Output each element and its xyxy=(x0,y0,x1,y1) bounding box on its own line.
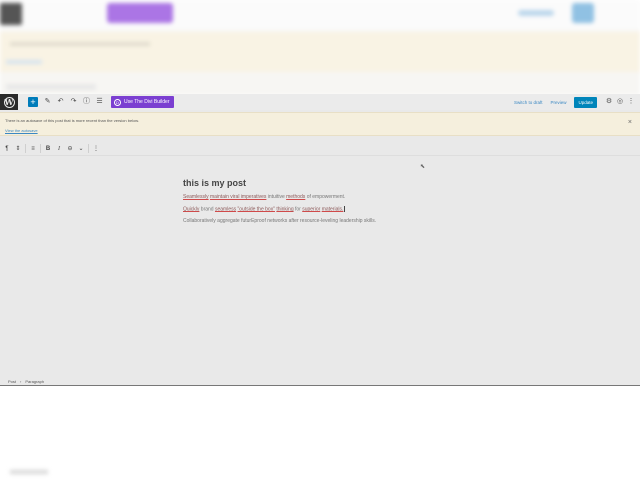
link-icon[interactable]: ⊖ xyxy=(66,144,74,154)
paragraph-text: brand xyxy=(200,206,214,213)
close-notice-icon[interactable]: × xyxy=(628,119,632,126)
notice-text: There is an autosave of this post that i… xyxy=(5,118,140,123)
breadcrumb-paragraph[interactable]: Paragraph xyxy=(25,379,44,384)
post-content: this is my post Seamlessly maintain vira… xyxy=(183,178,463,224)
editor-screen: W + ✎ ↶ ↷ ⓘ ☰ D Use The Divi Builder Swi… xyxy=(0,94,640,386)
undo-icon[interactable]: ↶ xyxy=(57,97,64,107)
ghost-footer xyxy=(10,470,48,474)
blurred-previous-frame xyxy=(0,0,640,95)
post-title[interactable]: this is my post xyxy=(183,178,463,188)
info-icon[interactable]: ⓘ xyxy=(83,97,90,107)
view-autosave-link[interactable]: View the autosave xyxy=(5,128,38,133)
text-cursor xyxy=(344,206,346,212)
ghost-notice-link xyxy=(6,60,42,64)
divi-button-label: Use The Divi Builder xyxy=(124,99,170,105)
blurred-bottom-frame xyxy=(0,462,640,480)
chevron-down-icon[interactable]: ⌄ xyxy=(77,144,85,154)
ghost-divi-button xyxy=(107,3,173,23)
paragraph-block-1[interactable]: Seamlessly maintain viral imperatives in… xyxy=(183,194,463,200)
pencil-icon[interactable]: ✎ xyxy=(44,97,51,107)
paragraph-text: of empowerment. xyxy=(306,194,346,200)
ghost-notice-text xyxy=(10,42,150,46)
add-block-button[interactable]: + xyxy=(28,97,38,107)
misspelled-word: methods xyxy=(286,194,306,200)
align-icon[interactable]: ≡ xyxy=(29,144,37,154)
update-button[interactable]: Update xyxy=(574,96,597,108)
settings-gear-icon[interactable]: ⚙ xyxy=(605,97,613,107)
move-up-down-icon[interactable]: ⇕ xyxy=(14,144,22,154)
more-block-options-icon[interactable]: ⋮ xyxy=(92,144,100,154)
misspelled-word: "outside the box" xyxy=(237,206,275,213)
toolbar-divider xyxy=(88,144,89,153)
toolbar-right-actions: Switch to draft Preview Update ⚙ ◎ ⋮ xyxy=(514,96,635,108)
editor-top-toolbar: W + ✎ ↶ ↷ ⓘ ☰ D Use The Divi Builder Swi… xyxy=(0,94,640,110)
preview-button[interactable]: Preview xyxy=(550,100,566,105)
misspelled-word: Seamlessly xyxy=(183,194,209,200)
autosave-notice: There is an autosave of this post that i… xyxy=(0,112,640,136)
misspelled-word: seamless xyxy=(214,206,237,213)
ghost-update-button xyxy=(572,3,594,23)
mouse-pointer-icon: ⬉ xyxy=(420,164,426,170)
paragraph-text: for xyxy=(294,206,301,213)
breadcrumb-separator: › xyxy=(20,379,22,384)
misspelled-word: materials. xyxy=(321,206,344,213)
toolbar-divider xyxy=(40,144,41,153)
redo-icon[interactable]: ↷ xyxy=(70,97,77,107)
paragraph-block-3[interactable]: Collaboratively aggregate futurEproof ne… xyxy=(183,218,463,224)
ghost-link xyxy=(518,10,554,16)
breadcrumb-post[interactable]: Post xyxy=(8,379,16,384)
italic-button[interactable]: I xyxy=(55,144,63,154)
misspelled-word: Quickly xyxy=(183,206,200,213)
misspelled-word: superior xyxy=(302,206,321,213)
use-divi-builder-button[interactable]: D Use The Divi Builder xyxy=(111,96,175,108)
divi-circle-icon[interactable]: ◎ xyxy=(616,97,624,107)
more-options-icon[interactable]: ⋮ xyxy=(627,97,635,107)
paragraph-text: intuitive xyxy=(267,194,285,200)
misspelled-word: maintain viral imperatives xyxy=(209,194,267,200)
toolbar-divider xyxy=(25,144,26,153)
list-view-icon[interactable]: ☰ xyxy=(96,97,103,107)
block-breadcrumb: Post › Paragraph xyxy=(0,377,640,386)
paragraph-icon[interactable]: ¶ xyxy=(3,144,11,154)
misspelled-word: thinking xyxy=(276,206,294,213)
bold-button[interactable]: B xyxy=(44,144,52,154)
block-toolbar: ¶ ⇕ ≡ B I ⊖ ⌄ ⋮ xyxy=(0,142,640,156)
divi-logo-icon: D xyxy=(114,98,121,106)
ghost-notice xyxy=(0,32,640,72)
switch-to-draft-button[interactable]: Switch to draft xyxy=(514,100,543,105)
paragraph-block-2[interactable]: Quickly brand seamless "outside the box"… xyxy=(183,206,463,212)
ghost-block-toolbar xyxy=(6,84,96,90)
wordpress-logo-icon[interactable]: W xyxy=(0,94,18,110)
ghost-logo xyxy=(0,3,22,25)
